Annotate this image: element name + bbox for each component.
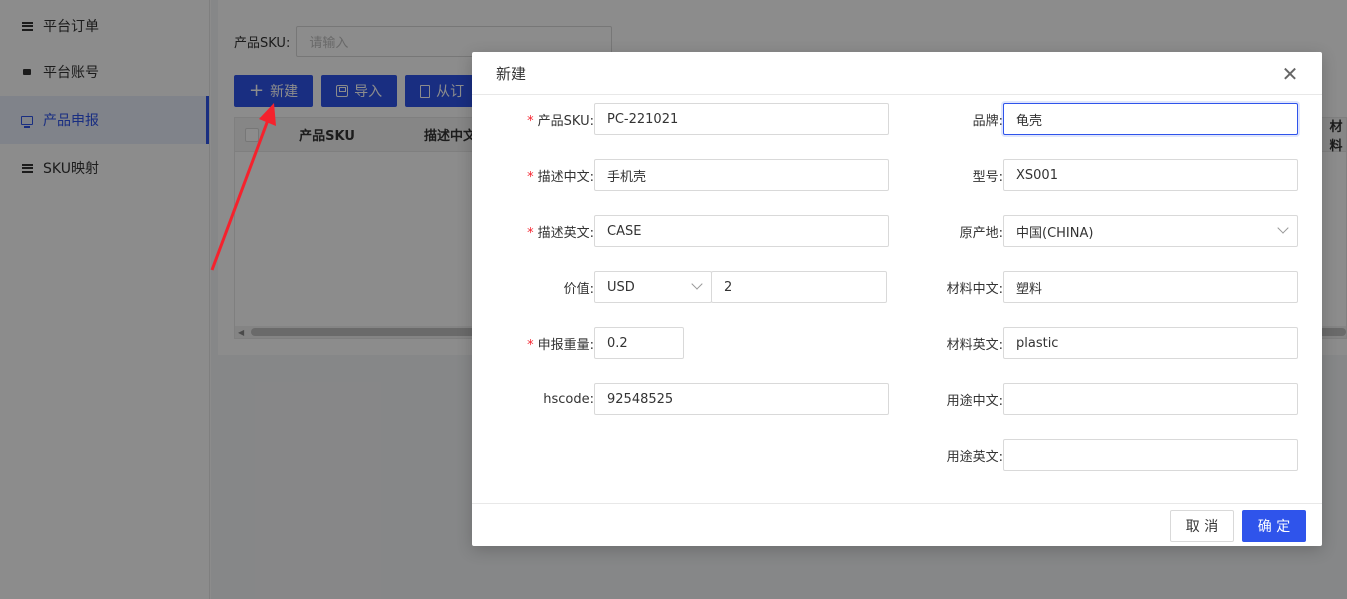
new-product-dialog: 新建 ✕ * 产品SKU: PC-221021 * 描述中文: 手机壳 * 描述英文:… bbox=[472, 52, 1322, 546]
hscode-label: hscode: bbox=[543, 391, 594, 407]
dialog-title: 新建 bbox=[496, 64, 527, 83]
model-label: 型号: bbox=[972, 169, 1003, 185]
required-mark: * bbox=[527, 337, 534, 353]
desc-cn-label: * 描述中文: bbox=[527, 169, 594, 185]
form-row-origin: 原产地: 中国(CHINA) bbox=[892, 215, 1298, 247]
currency-value: USD bbox=[607, 279, 635, 295]
brand-label: 品牌: bbox=[972, 113, 1003, 129]
required-mark: * bbox=[527, 169, 534, 185]
origin-select[interactable]: 中国(CHINA) bbox=[1003, 215, 1298, 247]
form-row-material-cn: 材料中文: 塑料 bbox=[892, 271, 1298, 303]
material-en-field[interactable]: plastic bbox=[1003, 327, 1298, 359]
sku-label: * 产品SKU: bbox=[527, 113, 594, 129]
desc-cn-field[interactable]: 手机壳 bbox=[594, 159, 889, 191]
chevron-down-icon bbox=[691, 278, 703, 290]
form-row-brand: 品牌: 龟壳 bbox=[892, 103, 1298, 135]
model-field[interactable]: XS001 bbox=[1003, 159, 1298, 191]
required-mark: * bbox=[527, 113, 534, 129]
usage-en-field[interactable] bbox=[1003, 439, 1298, 471]
material-cn-label: 材料中文: bbox=[946, 281, 1003, 297]
dialog-header: 新建 ✕ bbox=[472, 52, 1322, 95]
required-mark: * bbox=[527, 225, 534, 241]
form-row-material-en: 材料英文: plastic bbox=[892, 327, 1298, 359]
dialog-form: * 产品SKU: PC-221021 * 描述中文: 手机壳 * 描述英文: CASE… bbox=[472, 95, 1322, 503]
form-row-desc-cn: * 描述中文: 手机壳 bbox=[472, 159, 889, 191]
weight-label: * 申报重量: bbox=[527, 337, 594, 353]
value-label: 价值: bbox=[563, 281, 594, 297]
form-row-weight: * 申报重量: 0.2 bbox=[472, 327, 684, 359]
material-en-label: 材料英文: bbox=[946, 337, 1003, 353]
form-row-usage-cn: 用途中文: bbox=[892, 383, 1298, 415]
chevron-down-icon bbox=[1277, 222, 1289, 234]
weight-field[interactable]: 0.2 bbox=[594, 327, 684, 359]
form-row-usage-en: 用途英文: bbox=[892, 439, 1298, 471]
close-icon[interactable]: ✕ bbox=[1278, 62, 1302, 86]
origin-value: 中国(CHINA) bbox=[1016, 225, 1094, 241]
usage-en-label: 用途英文: bbox=[946, 449, 1003, 465]
form-row-sku: * 产品SKU: PC-221021 bbox=[472, 103, 889, 135]
usage-cn-label: 用途中文: bbox=[946, 393, 1003, 409]
form-row-model: 型号: XS001 bbox=[892, 159, 1298, 191]
material-cn-field[interactable]: 塑料 bbox=[1003, 271, 1298, 303]
form-row-hscode: hscode: 92548525 bbox=[472, 383, 889, 415]
hscode-field[interactable]: 92548525 bbox=[594, 383, 889, 415]
usage-cn-field[interactable] bbox=[1003, 383, 1298, 415]
form-row-desc-en: * 描述英文: CASE bbox=[472, 215, 889, 247]
brand-field[interactable]: 龟壳 bbox=[1003, 103, 1298, 135]
form-row-value: 价值: USD 2 bbox=[472, 271, 887, 303]
desc-en-field[interactable]: CASE bbox=[594, 215, 889, 247]
origin-label: 原产地: bbox=[959, 225, 1003, 241]
cancel-button[interactable]: 取 消 bbox=[1170, 510, 1234, 542]
dialog-footer: 取 消 确 定 bbox=[472, 503, 1322, 546]
amount-field[interactable]: 2 bbox=[711, 271, 887, 303]
confirm-button[interactable]: 确 定 bbox=[1242, 510, 1306, 542]
currency-select[interactable]: USD bbox=[594, 271, 712, 303]
sku-field[interactable]: PC-221021 bbox=[594, 103, 889, 135]
desc-en-label: * 描述英文: bbox=[527, 225, 594, 241]
